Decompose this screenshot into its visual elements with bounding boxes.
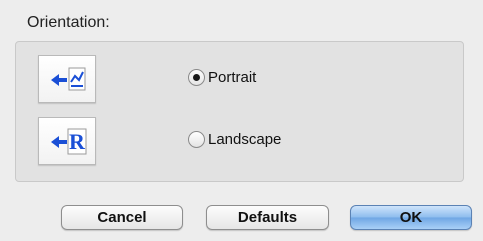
cancel-button[interactable]: Cancel	[61, 205, 183, 230]
landscape-radio[interactable]	[188, 131, 205, 148]
landscape-label: Landscape	[208, 131, 282, 148]
orientation-label: Orientation:	[27, 14, 110, 31]
landscape-orientation-icon: R	[38, 117, 96, 165]
portrait-radio-option[interactable]: Portrait	[188, 69, 256, 86]
svg-text:R: R	[69, 129, 86, 154]
orientation-group: Portrait R Landscape	[15, 41, 464, 182]
portrait-orientation-icon	[38, 55, 96, 103]
ok-button[interactable]: OK	[350, 205, 472, 230]
portrait-label: Portrait	[208, 69, 257, 86]
portrait-radio[interactable]	[188, 69, 205, 86]
defaults-button[interactable]: Defaults	[206, 205, 329, 230]
landscape-radio-option[interactable]: Landscape	[188, 131, 281, 148]
